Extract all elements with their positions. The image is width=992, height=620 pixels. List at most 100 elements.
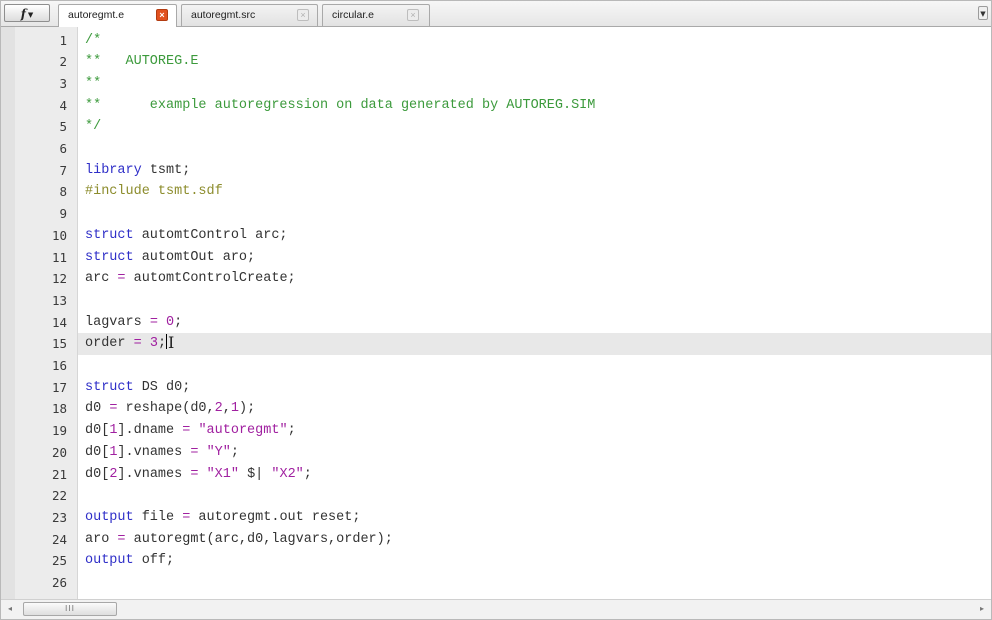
tab-circular-e[interactable]: circular.e × bbox=[322, 4, 430, 26]
code-line[interactable] bbox=[85, 203, 991, 225]
line-number: 4 bbox=[59, 97, 67, 113]
code-line[interactable]: output off; bbox=[85, 550, 991, 572]
code-line[interactable]: */ bbox=[85, 116, 991, 138]
fold-margin bbox=[1, 27, 15, 599]
code-line[interactable]: struct automtOut aro; bbox=[85, 247, 991, 269]
code-token-default: file bbox=[133, 509, 183, 525]
code-token-default: d0[ bbox=[85, 444, 110, 460]
code-token-keyword: library bbox=[85, 162, 142, 178]
tab-label: circular.e bbox=[332, 9, 375, 21]
code-token-comment: */ bbox=[85, 119, 102, 135]
close-tab-icon[interactable]: × bbox=[297, 9, 309, 21]
line-number: 26 bbox=[51, 575, 67, 590]
text-caret bbox=[166, 334, 168, 350]
code-token-default: lagvars bbox=[85, 314, 150, 330]
code-token-default: off; bbox=[133, 553, 175, 569]
scroll-right-icon[interactable]: ▸ bbox=[975, 602, 989, 616]
code-token-keyword: struct bbox=[85, 379, 134, 395]
code-line[interactable] bbox=[85, 355, 991, 377]
code-token-default: autoregmt(arc,d0,lagvars,order); bbox=[125, 531, 393, 547]
code-line[interactable] bbox=[85, 290, 991, 312]
line-number: 13 bbox=[51, 292, 67, 308]
line-number: 5 bbox=[59, 119, 67, 135]
code-token-default bbox=[198, 445, 206, 460]
scroll-left-icon[interactable]: ◂ bbox=[3, 602, 17, 616]
line-number: 3 bbox=[59, 75, 67, 91]
line-number: 16 bbox=[51, 358, 67, 373]
code-token-comment: /* bbox=[85, 32, 102, 48]
code-token-comment: ** AUTOREG.E bbox=[85, 54, 199, 70]
code-line[interactable]: struct automtControl arc; bbox=[85, 225, 991, 247]
line-number-gutter: 1 2 3 4 5 6 7 8 9 10 11 12 13 14 15 16 17 18 19 20 21 22 23 24 2… bbox=[1, 27, 78, 599]
code-line[interactable] bbox=[85, 572, 991, 594]
code-token-default: d0[ bbox=[85, 423, 110, 439]
close-tab-icon[interactable]: × bbox=[156, 9, 168, 21]
code-token-operator: = bbox=[117, 531, 126, 547]
code-token-number: 2 bbox=[214, 401, 223, 417]
code-line[interactable]: ** bbox=[85, 73, 991, 95]
code-line[interactable] bbox=[85, 138, 991, 160]
tab-autoregmt-e[interactable]: autoregmt.e × bbox=[58, 4, 177, 27]
line-number: 18 bbox=[51, 401, 67, 417]
line-number: 9 bbox=[59, 206, 67, 222]
code-token-default: aro bbox=[85, 531, 118, 547]
chevron-down-icon: ▼ bbox=[980, 10, 986, 18]
tab-overflow-button[interactable]: ▼ bbox=[978, 6, 988, 20]
line-number: 14 bbox=[51, 314, 67, 330]
code-editor[interactable]: 1 2 3 4 5 6 7 8 9 10 11 12 13 14 15 16 17 18 19 20 21 22 23 24 2… bbox=[1, 27, 991, 599]
code-token-default: $| bbox=[238, 466, 272, 482]
code-token-operator: = bbox=[117, 271, 126, 287]
code-token-operator: = bbox=[149, 314, 158, 330]
code-token-default: order bbox=[85, 336, 134, 352]
code-token-default: autoregmt.out reset; bbox=[190, 509, 361, 525]
function-list-button[interactable]: f ▼ bbox=[4, 4, 50, 22]
close-tab-icon[interactable]: × bbox=[407, 9, 419, 21]
code-line[interactable]: lagvars = 0; bbox=[85, 312, 991, 334]
line-number: 10 bbox=[51, 227, 67, 243]
code-token-default: ; bbox=[174, 314, 183, 330]
code-token-default: , bbox=[222, 401, 231, 417]
scrollbar-thumb[interactable]: III bbox=[23, 602, 117, 616]
code-line[interactable]: ** example autoregression on data genera… bbox=[85, 95, 991, 117]
code-token-default bbox=[158, 315, 166, 330]
code-token-number: 1 bbox=[230, 401, 239, 417]
code-line[interactable] bbox=[85, 485, 991, 507]
line-number: 21 bbox=[51, 466, 67, 482]
code-line[interactable]: d0 = reshape(d0,2,1); bbox=[85, 398, 991, 420]
code-token-default: arc bbox=[85, 271, 118, 287]
line-number: 23 bbox=[51, 509, 67, 525]
code-token-default: tsmt; bbox=[141, 162, 191, 178]
code-line[interactable]: #include tsmt.sdf bbox=[85, 181, 991, 203]
code-line[interactable]: ** AUTOREG.E bbox=[85, 51, 991, 73]
line-number: 25 bbox=[51, 553, 67, 569]
code-token-default: automtControl arc; bbox=[133, 227, 288, 243]
code-line[interactable]: d0[1].dname = "autoregmt"; bbox=[85, 420, 991, 442]
code-token-default: d0[ bbox=[85, 466, 110, 482]
line-number: 11 bbox=[51, 249, 67, 265]
code-line[interactable]: library tsmt; bbox=[85, 160, 991, 182]
code-token-default: ; bbox=[287, 423, 296, 439]
code-token-default: ; bbox=[230, 444, 239, 460]
horizontal-scrollbar[interactable]: ◂ III ▸ bbox=[1, 599, 991, 619]
code-line[interactable]: arc = automtControlCreate; bbox=[85, 268, 991, 290]
code-line[interactable]: d0[1].vnames = "Y"; bbox=[85, 442, 991, 464]
line-number: 22 bbox=[51, 488, 67, 504]
code-token-default bbox=[198, 467, 206, 482]
code-line[interactable]: /* bbox=[85, 30, 991, 52]
code-token-default: ].vnames bbox=[117, 444, 191, 460]
code-token-default: automtOut aro; bbox=[133, 249, 256, 265]
line-number: 1 bbox=[59, 32, 67, 48]
code-line[interactable]: d0[2].vnames = "X1" $| "X2"; bbox=[85, 464, 991, 486]
code-line[interactable]: output file = autoregmt.out reset; bbox=[85, 507, 991, 529]
code-line[interactable]: struct DS d0; bbox=[85, 377, 991, 399]
code-token-string: "Y" bbox=[206, 444, 231, 460]
line-number: 15 bbox=[51, 336, 67, 352]
code-line[interactable]: aro = autoregmt(arc,d0,lagvars,order); bbox=[85, 529, 991, 551]
code-token-default: automtControlCreate; bbox=[125, 271, 296, 287]
line-number: 7 bbox=[59, 162, 67, 178]
code-token-preproc: #include tsmt.sdf bbox=[85, 184, 223, 200]
line-number: 20 bbox=[51, 444, 67, 460]
code-line[interactable]: order = 3; I bbox=[78, 333, 991, 355]
ibeam-cursor-icon: I bbox=[168, 333, 175, 353]
tab-autoregmt-src[interactable]: autoregmt.src × bbox=[181, 4, 318, 26]
